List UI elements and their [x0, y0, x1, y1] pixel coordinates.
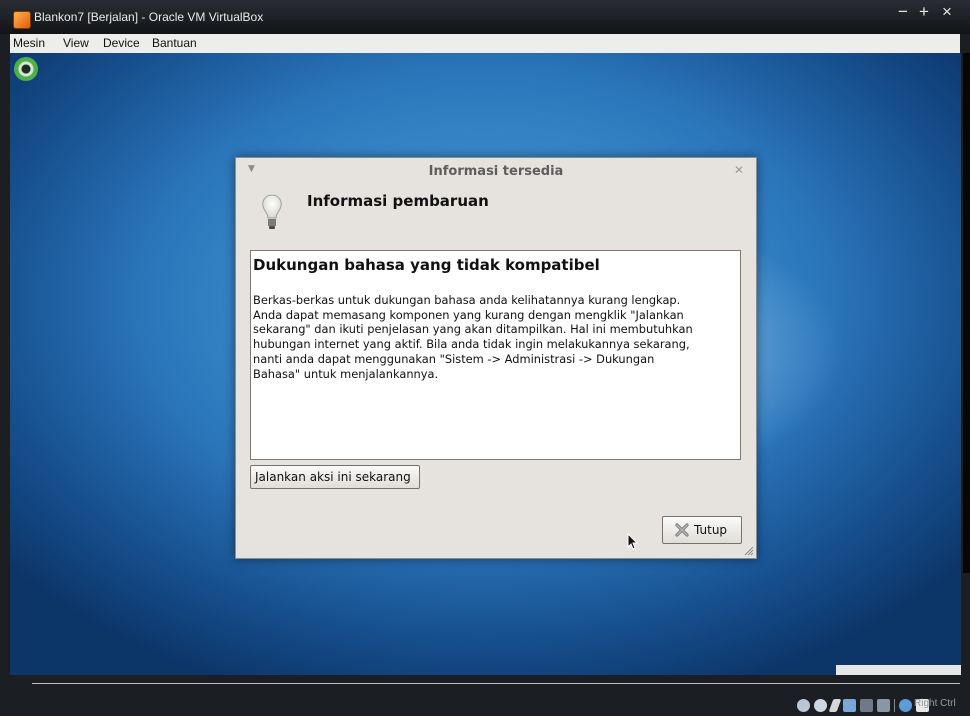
- close-window-button[interactable]: ×: [942, 2, 952, 22]
- info-description: Berkas-berkas untuk dukungan bahasa anda…: [253, 293, 738, 381]
- minimize-button[interactable]: −: [898, 2, 908, 22]
- resize-grip-icon[interactable]: [742, 544, 754, 556]
- hard-disk-icon[interactable]: [797, 698, 810, 712]
- status-divider: [32, 683, 960, 684]
- menu-bantuan[interactable]: Bantuan: [152, 36, 197, 50]
- status-icons: [797, 697, 929, 713]
- dialog-heading: Informasi pembaruan: [307, 192, 489, 210]
- display-icon[interactable]: [877, 698, 890, 712]
- menu-view[interactable]: View: [63, 36, 89, 50]
- info-text-area[interactable]: Dukungan bahasa yang tidak kompatibel Be…: [250, 250, 741, 460]
- info-line: Bahasa" untuk menjalankannya.: [253, 366, 439, 381]
- menu-device[interactable]: Device: [103, 36, 140, 50]
- info-line: Berkas-berkas untuk dukungan bahasa anda…: [253, 293, 681, 307]
- close-button-label: Tutup: [694, 523, 728, 537]
- close-x-icon: [675, 523, 689, 537]
- vm-border: [961, 53, 970, 675]
- menu-mesin[interactable]: Mesin: [13, 36, 45, 50]
- info-line: sekarang" dan ikuti penjelasan yang akan…: [253, 322, 693, 337]
- vbox-menubar: Mesin View Device Bantuan: [10, 34, 960, 54]
- update-dialog: ▼ Informasi tersedia ✕ Informasi pembaru…: [235, 157, 757, 559]
- guest-panel-edge: [836, 665, 961, 675]
- info-line: hubungan internet yang aktif. Bila anda …: [253, 337, 690, 352]
- mouse-cursor-icon: [627, 533, 639, 550]
- vbox-title-bar: Blankon7 [Berjalan] - Oracle VM VirtualB…: [0, 0, 970, 34]
- dialog-close-icon[interactable]: ✕: [734, 163, 744, 177]
- dialog-titlebar[interactable]: ▼ Informasi tersedia ✕: [236, 158, 756, 184]
- maximize-button[interactable]: +: [919, 2, 929, 22]
- run-action-button[interactable]: Jalankan aksi ini sekarang: [250, 465, 420, 489]
- virtualbox-app-icon: [13, 11, 31, 29]
- info-line: Anda dapat memasang komponen yang kurang…: [253, 307, 684, 322]
- mouse-integration-icon[interactable]: [899, 698, 912, 712]
- lightbulb-icon: [262, 194, 282, 229]
- network-icon[interactable]: [843, 698, 856, 712]
- window-title: Blankon7 [Berjalan] - Oracle VM VirtualB…: [34, 10, 264, 24]
- host-key-label: Right Ctrl: [914, 698, 956, 709]
- info-title: Dukungan bahasa yang tidak kompatibel: [253, 256, 600, 274]
- blankon-logo-icon[interactable]: [14, 57, 38, 81]
- vm-screen[interactable]: ▼ Informasi tersedia ✕ Informasi pembaru…: [10, 53, 961, 675]
- vbox-status-bar: Right Ctrl: [0, 675, 970, 716]
- close-button[interactable]: Tutup: [662, 516, 742, 544]
- cd-icon[interactable]: [814, 698, 827, 712]
- shared-folder-icon[interactable]: [860, 698, 873, 712]
- status-separator: [894, 698, 895, 712]
- info-line: nanti anda dapat menggunakan "Sistem -> …: [253, 351, 655, 366]
- dialog-title: Informasi tersedia: [428, 164, 564, 179]
- usb-icon[interactable]: [828, 698, 842, 712]
